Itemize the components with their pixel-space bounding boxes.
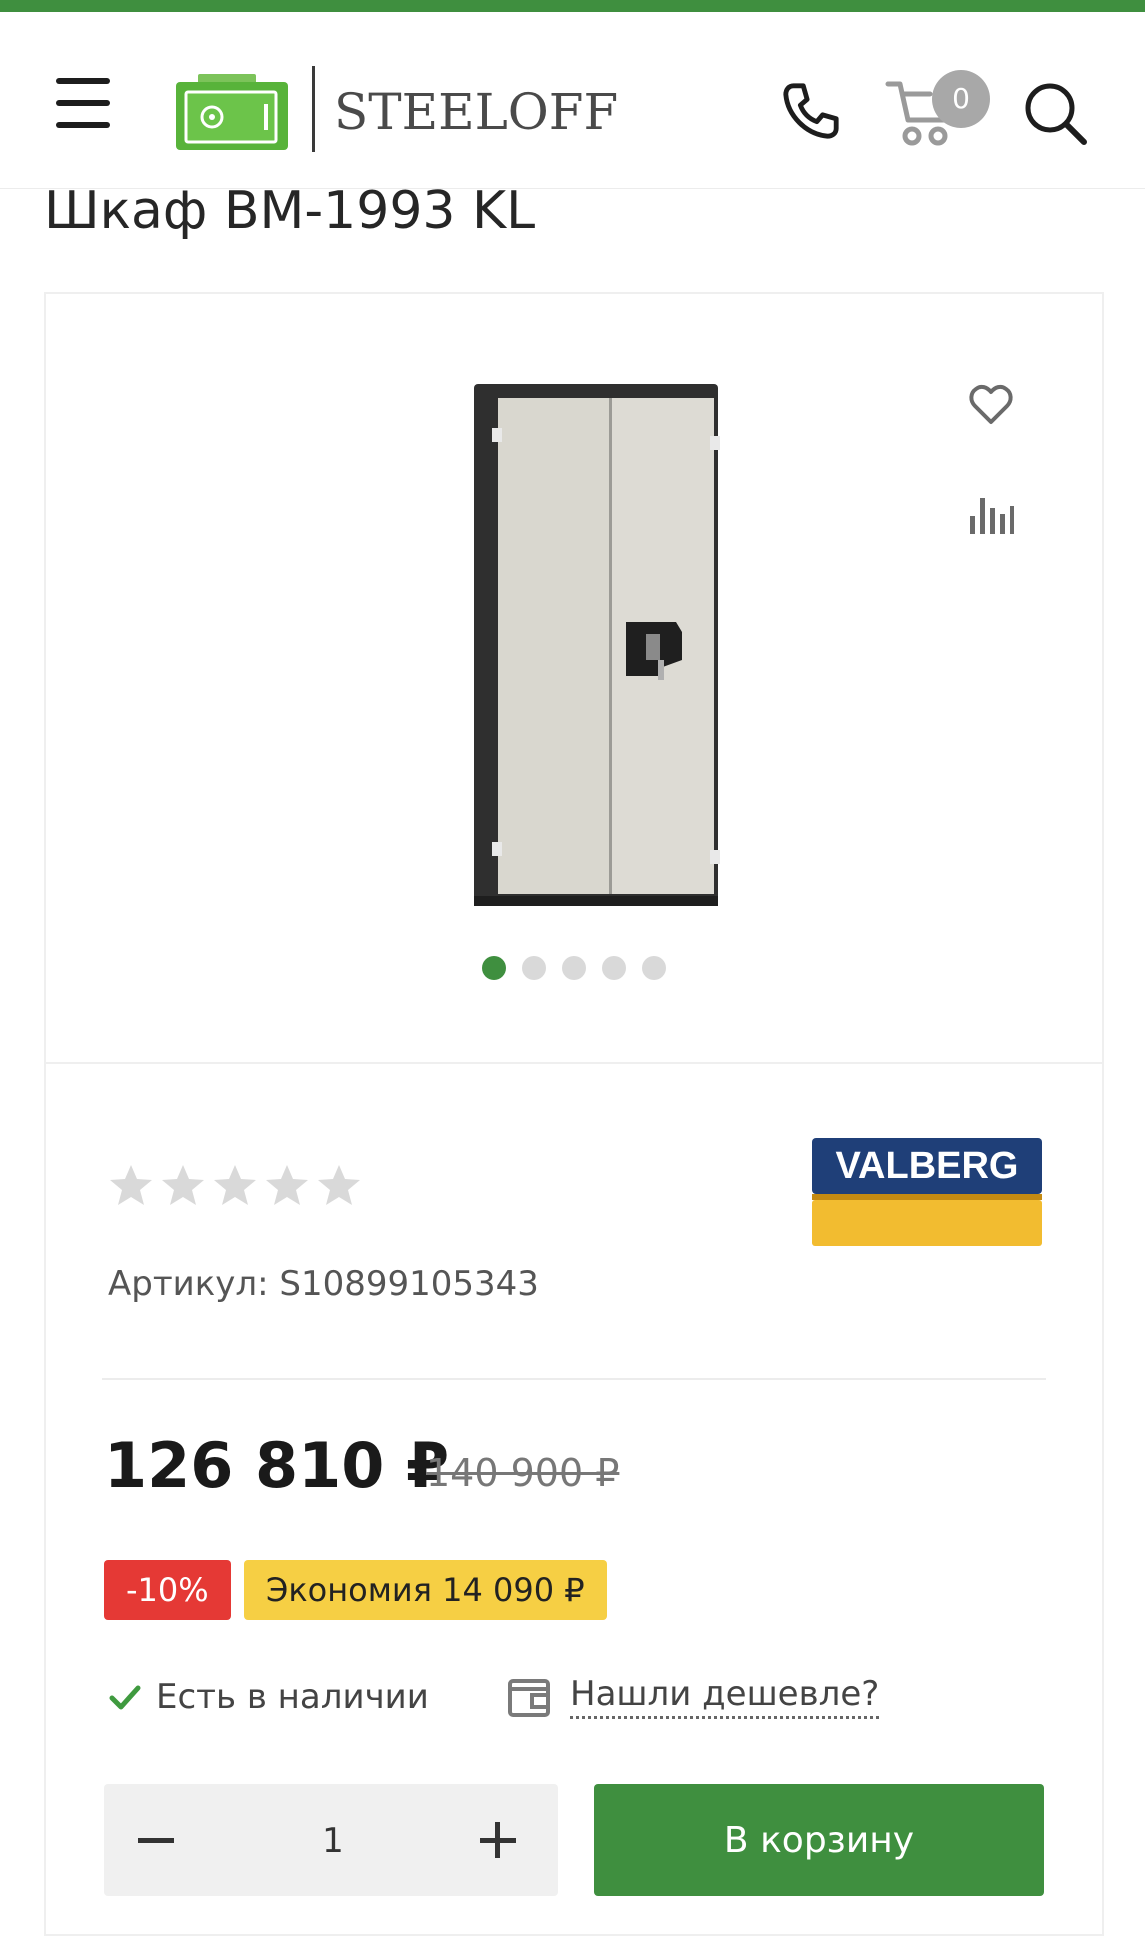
- star-icon[interactable]: [108, 1162, 154, 1208]
- gallery-dot[interactable]: [482, 956, 506, 980]
- add-to-cart-button[interactable]: В корзину: [594, 1784, 1044, 1896]
- star-icon[interactable]: [160, 1162, 206, 1208]
- logo-text: STEELOFF: [334, 83, 619, 141]
- gallery-dot[interactable]: [642, 956, 666, 980]
- product-image[interactable]: [426, 364, 766, 924]
- product-card: VALBERG Артикул: S10899105343 126 810 ₽ …: [44, 292, 1104, 1936]
- logo-separator: [312, 66, 315, 152]
- quantity-stepper: [104, 1784, 558, 1898]
- rating-stars[interactable]: [108, 1162, 362, 1208]
- economy-badge: Экономия 14 090 ₽: [244, 1560, 607, 1620]
- old-price: 140 900 ₽: [426, 1451, 620, 1495]
- product-gallery: [46, 294, 1102, 1064]
- compare-icon[interactable]: [968, 494, 1014, 534]
- site-header: STEELOFF 0: [0, 12, 1145, 189]
- plus-icon[interactable]: [458, 1800, 538, 1880]
- site-logo[interactable]: STEELOFF: [176, 60, 619, 156]
- gallery-pagination: [482, 956, 666, 980]
- current-price: 126 810 ₽: [104, 1429, 450, 1502]
- wallet-icon: [508, 1679, 550, 1717]
- stock-label: Есть в наличии: [156, 1677, 429, 1717]
- heart-icon[interactable]: [968, 382, 1014, 428]
- product-title: Шкаф BM-1993 KL: [44, 181, 536, 241]
- divider: [102, 1378, 1046, 1380]
- star-icon[interactable]: [316, 1162, 362, 1208]
- cart-count-badge[interactable]: 0: [932, 70, 990, 128]
- top-accent-bar: [0, 0, 1145, 12]
- brand-logo[interactable]: VALBERG: [812, 1138, 1042, 1246]
- logo-safe-icon: [176, 74, 288, 150]
- minus-icon[interactable]: [124, 1800, 204, 1880]
- check-icon: [109, 1685, 141, 1710]
- stock-status: Есть в наличии: [108, 1672, 429, 1722]
- quantity-input[interactable]: [254, 1784, 412, 1898]
- brand-logo-text: VALBERG: [836, 1145, 1019, 1187]
- discount-badge: -10%: [104, 1560, 231, 1620]
- product-sku: Артикул: S10899105343: [108, 1264, 539, 1304]
- menu-icon[interactable]: [56, 78, 110, 128]
- found-cheaper-link[interactable]: Нашли дешевле?: [506, 1668, 880, 1724]
- gallery-dot[interactable]: [562, 956, 586, 980]
- found-cheaper-label[interactable]: Нашли дешевле?: [570, 1674, 880, 1719]
- gallery-dot[interactable]: [602, 956, 626, 980]
- star-icon[interactable]: [212, 1162, 258, 1208]
- star-icon[interactable]: [264, 1162, 310, 1208]
- gallery-dot[interactable]: [522, 956, 546, 980]
- phone-icon[interactable]: [780, 80, 842, 142]
- search-icon[interactable]: [1022, 80, 1088, 146]
